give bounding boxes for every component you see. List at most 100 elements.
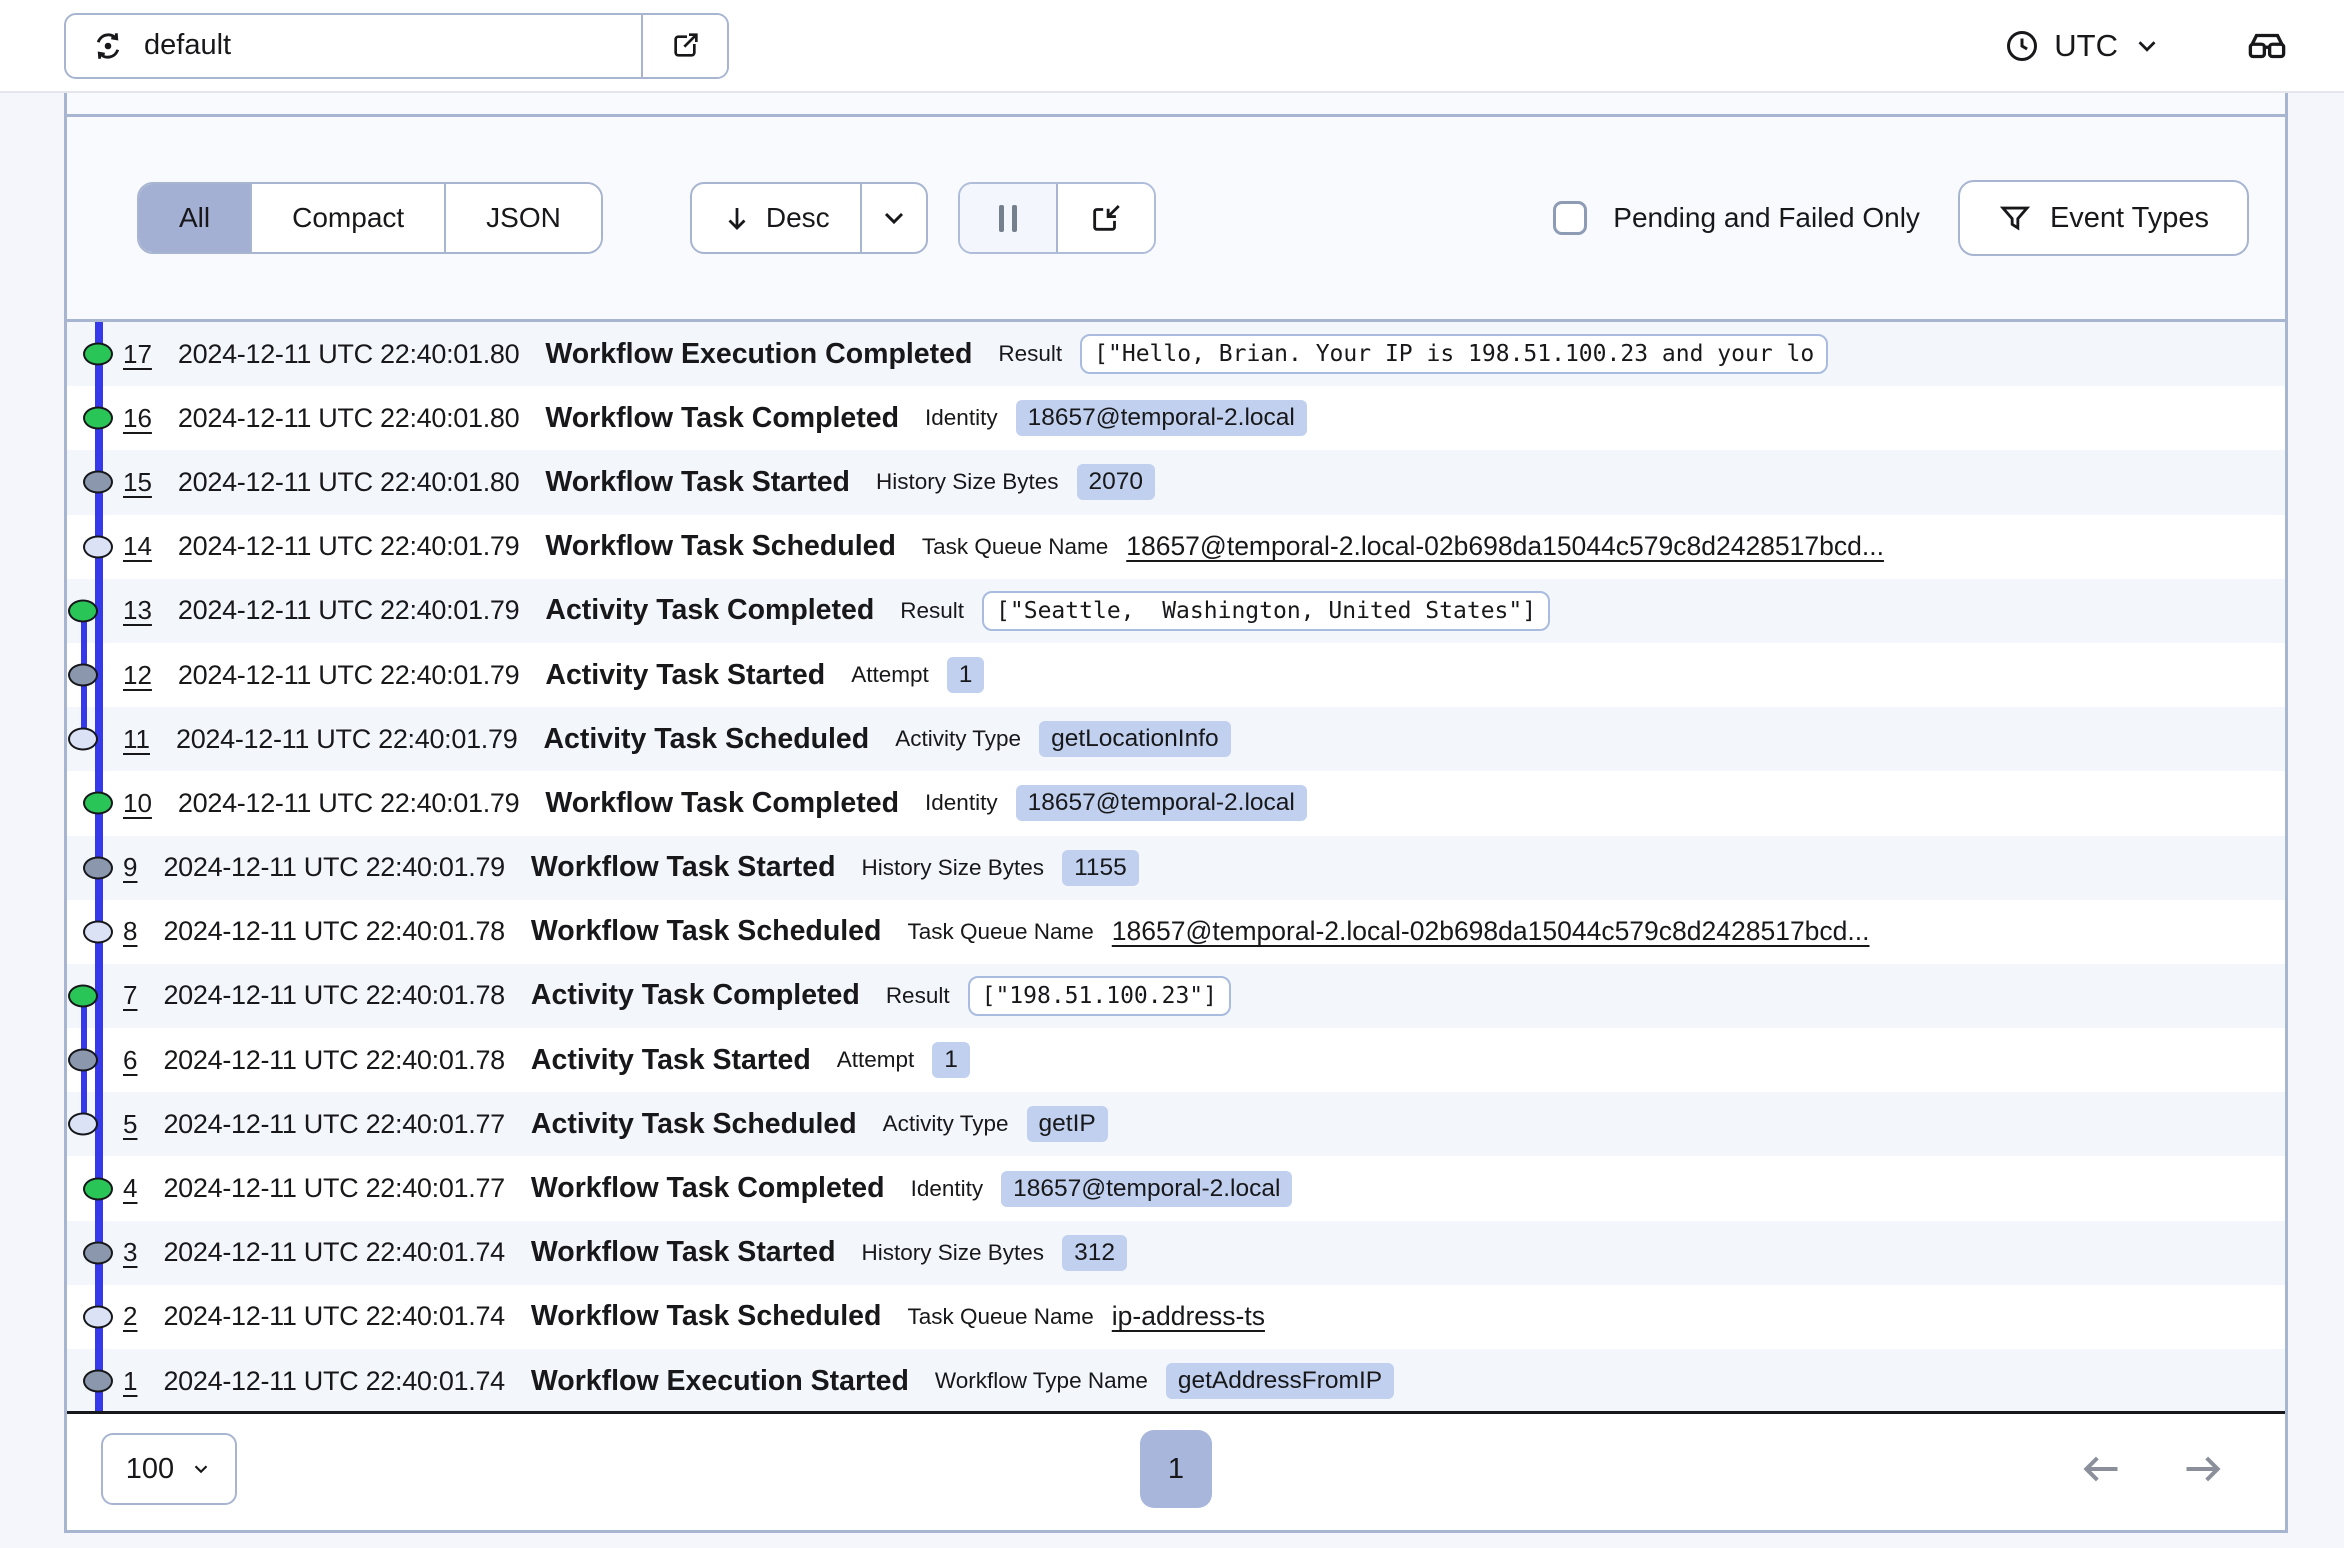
event-id-link[interactable]: 14 xyxy=(123,531,152,562)
event-timestamp: 2024-12-11 UTC 22:40:01.79 xyxy=(177,531,520,562)
sort-desc-button[interactable]: Desc xyxy=(692,184,860,252)
event-timestamp: 2024-12-11 UTC 22:40:01.80 xyxy=(177,402,520,433)
download-button[interactable] xyxy=(1055,184,1154,252)
event-attribute-value: 1155 xyxy=(1062,849,1139,886)
event-name: Activity Task Scheduled xyxy=(543,722,870,755)
event-id-link[interactable]: 2 xyxy=(123,1301,137,1332)
event-row[interactable]: 13 2024-12-11 UTC 22:40:01.79 Activity Tas… xyxy=(67,578,2285,643)
event-id-link[interactable]: 3 xyxy=(123,1237,137,1268)
sort-options-caret[interactable] xyxy=(859,184,926,252)
event-name: Activity Task Scheduled xyxy=(530,1107,857,1140)
event-attribute-value: getIP xyxy=(1026,1106,1108,1143)
namespace-open-button[interactable] xyxy=(641,14,727,77)
event-attribute-label: History Size Bytes xyxy=(861,854,1045,880)
pause-icon xyxy=(998,204,1017,232)
event-types-filter-button[interactable]: Event Types xyxy=(1957,180,2249,256)
event-name: Workflow Task Scheduled xyxy=(530,1300,882,1333)
event-attribute-value: 18657@temporal-2.local xyxy=(1015,785,1307,822)
event-id-link[interactable]: 6 xyxy=(123,1045,137,1076)
event-id-link[interactable]: 5 xyxy=(123,1109,137,1140)
event-id-link[interactable]: 12 xyxy=(123,660,152,691)
event-row[interactable]: 8 2024-12-11 UTC 22:40:01.78 Workflow Task… xyxy=(67,900,2285,964)
event-id-link[interactable]: 11 xyxy=(123,724,150,755)
event-status-dot xyxy=(83,920,113,944)
view-mode-all[interactable]: All xyxy=(139,184,251,252)
event-row[interactable]: 7 2024-12-11 UTC 22:40:01.78 Activity Task… xyxy=(67,963,2285,1029)
event-timestamp: 2024-12-11 UTC 22:40:01.79 xyxy=(177,787,520,818)
sort-label: Desc xyxy=(765,202,830,233)
current-page-button[interactable]: 1 xyxy=(1140,1430,1212,1508)
event-row[interactable]: 15 2024-12-11 UTC 22:40:01.80 Workflow Tas… xyxy=(67,450,2285,515)
event-status-dot xyxy=(68,727,98,751)
pending-failed-checkbox[interactable] xyxy=(1553,201,1588,235)
event-attribute-label: History Size Bytes xyxy=(861,1239,1045,1265)
event-row[interactable]: 16 2024-12-11 UTC 22:40:01.80 Workflow Tas… xyxy=(67,386,2285,450)
event-attribute-label: Task Queue Name xyxy=(907,918,1094,944)
event-attribute-value: ["Seattle, Washington, United States"] xyxy=(982,590,1551,631)
event-attribute-value: getLocationInfo xyxy=(1039,721,1231,758)
event-attribute-label: Result xyxy=(998,341,1063,367)
event-attribute-label: Identity xyxy=(910,1175,984,1201)
event-name: Activity Task Started xyxy=(545,658,826,691)
event-attribute-value[interactable]: 18657@temporal-2.local-02b698da15044c579… xyxy=(1126,531,1884,562)
timezone-select[interactable]: UTC xyxy=(2004,28,2162,64)
event-timestamp: 2024-12-11 UTC 22:40:01.74 xyxy=(163,1365,505,1396)
arrow-right-icon[interactable] xyxy=(2181,1447,2225,1491)
download-icon xyxy=(1089,201,1123,235)
event-id-link[interactable]: 1 xyxy=(123,1366,137,1397)
event-attribute-label: Attempt xyxy=(851,662,929,688)
event-attribute-label: Result xyxy=(885,982,950,1008)
event-row[interactable]: 17 2024-12-11 UTC 22:40:01.80 Workflow Exe… xyxy=(67,322,2285,387)
event-attribute-value[interactable]: 18657@temporal-2.local-02b698da15044c579… xyxy=(1112,916,1870,947)
event-timestamp: 2024-12-11 UTC 22:40:01.79 xyxy=(176,723,518,754)
event-attribute-value[interactable]: ip-address-ts xyxy=(1112,1301,1265,1332)
pause-button[interactable] xyxy=(959,184,1056,252)
view-mode-compact[interactable]: Compact xyxy=(250,184,445,252)
event-row[interactable]: 14 2024-12-11 UTC 22:40:01.79 Workflow Tas… xyxy=(67,515,2285,579)
event-toolbar: All Compact JSON Desc Pending and Failed… xyxy=(67,117,2285,322)
event-timestamp: 2024-12-11 UTC 22:40:01.74 xyxy=(163,1301,505,1332)
event-id-link[interactable]: 9 xyxy=(123,852,137,883)
namespace-value: default xyxy=(144,29,232,61)
event-id-link[interactable]: 13 xyxy=(123,595,152,626)
event-attribute-value: ["Hello, Brian. Your IP is 198.51.100.23… xyxy=(1080,334,1829,375)
event-attribute-label: History Size Bytes xyxy=(875,469,1059,495)
event-id-link[interactable]: 10 xyxy=(123,788,152,819)
event-id-link[interactable]: 17 xyxy=(123,339,152,370)
namespace-switcher-icon xyxy=(90,28,126,64)
event-id-link[interactable]: 15 xyxy=(123,467,152,498)
external-link-icon xyxy=(669,30,701,62)
arrow-left-icon[interactable] xyxy=(2079,1447,2123,1491)
event-row[interactable]: 10 2024-12-11 UTC 22:40:01.79 Workflow Tas… xyxy=(67,771,2285,835)
event-name: Activity Task Completed xyxy=(530,979,860,1012)
event-row[interactable]: 12 2024-12-11 UTC 22:40:01.79 Activity Tas… xyxy=(67,643,2285,707)
event-row[interactable]: 1 2024-12-11 UTC 22:40:01.74 Workflow Exec… xyxy=(67,1349,2285,1411)
event-row[interactable]: 4 2024-12-11 UTC 22:40:01.77 Workflow Task… xyxy=(67,1156,2285,1220)
rows-per-page-select[interactable]: 100 xyxy=(101,1433,237,1505)
event-status-dot xyxy=(68,1048,98,1072)
event-id-link[interactable]: 7 xyxy=(123,980,137,1011)
event-row[interactable]: 9 2024-12-11 UTC 22:40:01.79 Workflow Task… xyxy=(67,835,2285,900)
event-timestamp: 2024-12-11 UTC 22:40:01.77 xyxy=(163,1173,505,1204)
event-row[interactable]: 2 2024-12-11 UTC 22:40:01.74 Workflow Task… xyxy=(67,1285,2285,1349)
event-row[interactable]: 6 2024-12-11 UTC 22:40:01.78 Activity Task… xyxy=(67,1028,2285,1092)
event-name: Workflow Task Completed xyxy=(530,1172,885,1205)
event-id-link[interactable]: 8 xyxy=(123,916,137,947)
event-status-dot xyxy=(68,663,98,687)
view-mode-json[interactable]: JSON xyxy=(444,184,601,252)
event-row[interactable]: 5 2024-12-11 UTC 22:40:01.77 Activity Task… xyxy=(67,1092,2285,1157)
event-name: Workflow Task Scheduled xyxy=(530,915,882,948)
namespace-input[interactable]: default xyxy=(66,15,641,77)
event-history-panel: All Compact JSON Desc Pending and Failed… xyxy=(64,93,2288,1533)
event-row[interactable]: 3 2024-12-11 UTC 22:40:01.74 Workflow Task… xyxy=(67,1220,2285,1285)
data-encoder-button[interactable] xyxy=(2246,25,2288,67)
event-row[interactable]: 11 2024-12-11 UTC 22:40:01.79 Activity Tas… xyxy=(67,707,2285,772)
event-name: Workflow Task Started xyxy=(530,851,836,884)
event-attribute-label: Workflow Type Name xyxy=(934,1368,1148,1394)
event-attribute-label: Activity Type xyxy=(882,1111,1009,1137)
event-name: Workflow Task Completed xyxy=(545,401,900,434)
event-timestamp: 2024-12-11 UTC 22:40:01.78 xyxy=(163,1044,505,1075)
event-id-link[interactable]: 16 xyxy=(123,403,152,434)
event-id-link[interactable]: 4 xyxy=(123,1173,137,1204)
event-attribute-value: 18657@temporal-2.local xyxy=(1015,400,1307,437)
